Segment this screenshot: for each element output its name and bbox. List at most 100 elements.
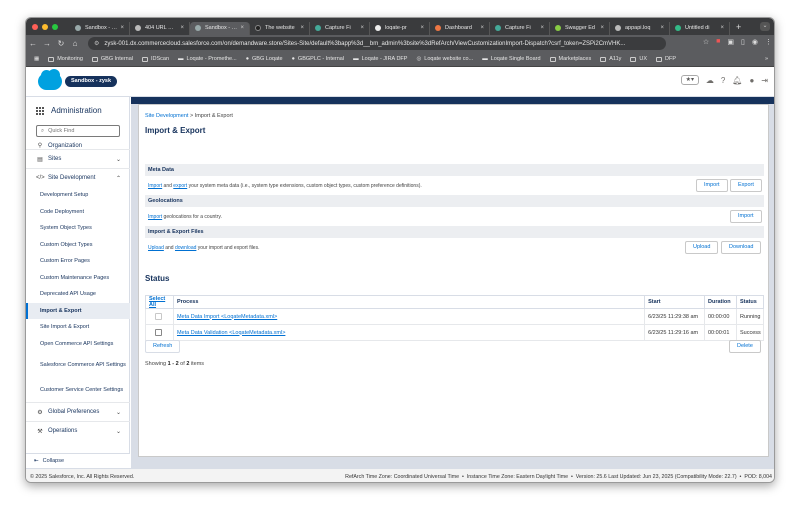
maximize-window-button[interactable]	[52, 23, 58, 30]
minimize-window-button[interactable]	[42, 23, 48, 30]
close-tab-icon[interactable]: ×	[540, 25, 544, 31]
logout-icon[interactable]: ⇥	[761, 76, 768, 85]
address-bar[interactable]: ⚙ zysk-001.dx.commercecloud.salesforce.c…	[88, 37, 666, 50]
meta-import-link[interactable]: Import	[148, 183, 162, 189]
sidebar-item-import-export[interactable]: Import & Export	[26, 302, 130, 319]
tab-search-chevron-icon[interactable]: ⌄	[760, 22, 770, 31]
bookmark-link[interactable]: ▬ Loqate - JIRA DFP	[353, 56, 407, 62]
geo-import-button[interactable]: Import	[730, 210, 762, 223]
files-upload-link[interactable]: Upload	[148, 245, 164, 251]
forward-arrow-icon[interactable]: →	[40, 39, 54, 48]
help-trailhead-icon[interactable]: ☁	[706, 76, 714, 85]
sidebar-section-global-preferences[interactable]: ⚙ Global Preferences ⌄	[26, 402, 130, 421]
browser-tab[interactable]: appapi.loq ×	[610, 21, 670, 35]
browser-tab[interactable]: 404 URL Not Found×	[130, 21, 190, 35]
bookmark-folder[interactable]: GBG Internal	[91, 56, 133, 62]
sidebar-item-development-setup[interactable]: Development Setup	[26, 187, 130, 204]
bookmark-link[interactable]: ● GBGPLC - Internal	[292, 56, 345, 62]
browser-tab-active[interactable]: Sandbox - zysk×	[190, 21, 250, 35]
bookmark-folder[interactable]: Monitoring	[48, 56, 83, 62]
refresh-button[interactable]: Refresh	[145, 340, 181, 353]
extensions-puzzle-icon[interactable]: ▣	[727, 38, 734, 46]
sidebar-item-ocapi-settings[interactable]: Open Commerce API Settings	[26, 336, 130, 353]
bookmark-link[interactable]: ▬ Loqate Single Board	[482, 56, 540, 62]
sidebar-item-custom-object-types[interactable]: Custom Object Types	[26, 237, 130, 254]
help-question-icon[interactable]: ?	[721, 76, 725, 85]
quick-find-box[interactable]: ⌕	[36, 125, 120, 137]
app-launcher-grid-icon[interactable]	[36, 106, 44, 115]
user-avatar-icon[interactable]: ●	[749, 76, 754, 85]
extension-icon[interactable]: ■	[716, 38, 720, 46]
browser-tab[interactable]: Swagger Ed ×	[550, 21, 610, 35]
row-checkbox[interactable]	[155, 313, 162, 320]
apps-grid-icon[interactable]: ▦	[34, 56, 39, 62]
process-link[interactable]: Meta Data Validation <LoqateMetadata.xml…	[177, 330, 285, 336]
notifications-bell-icon[interactable]: 🔔︎	[732, 76, 742, 85]
more-bookmarks-icon[interactable]: »	[765, 56, 768, 62]
favorites-star-icon[interactable]: ★▾	[680, 75, 699, 85]
close-tab-icon[interactable]: ×	[240, 25, 244, 31]
sidebar-section-operations[interactable]: ⚒ Operations ⌄	[26, 421, 130, 440]
browser-tab[interactable]: Capture Fi ×	[310, 21, 370, 35]
close-tab-icon[interactable]: ×	[600, 25, 604, 31]
delete-button[interactable]: Delete	[729, 340, 761, 353]
sidebar-section-organization[interactable]: ⚲ Organization	[26, 141, 130, 149]
bookmark-link[interactable]: ▬ Loqate - Promethe...	[178, 56, 237, 62]
sidebar-section-sites[interactable]: ▤ Sites ⌄	[26, 149, 130, 168]
close-tab-icon[interactable]: ×	[660, 25, 664, 31]
browser-tab[interactable]: Untitled di ×	[670, 21, 730, 35]
reload-icon[interactable]: ↻	[54, 39, 68, 48]
quick-find-input[interactable]	[48, 128, 109, 134]
close-tab-icon[interactable]: ×	[480, 25, 484, 31]
close-tab-icon[interactable]: ×	[300, 25, 304, 31]
meta-import-button[interactable]: Import	[696, 179, 728, 192]
bookmark-star-icon[interactable]: ☆	[703, 38, 709, 46]
download-button[interactable]: Download	[721, 241, 762, 254]
sidebar-item-scapi-settings[interactable]: Salesforce Commerce API Settings	[26, 352, 130, 377]
sidebar-item-custom-error-pages[interactable]: Custom Error Pages	[26, 253, 130, 270]
browser-tab[interactable]: The website ×	[250, 21, 310, 35]
browser-tab[interactable]: Dashboard ×	[430, 21, 490, 35]
sidebar-item-system-object-types[interactable]: System Object Types	[26, 220, 130, 237]
breadcrumb-site-development-link[interactable]: Site Development	[145, 113, 188, 119]
bookmark-link[interactable]: ● GBG Loqate	[246, 56, 283, 62]
sidebar-section-site-development[interactable]: </> Site Development ⌃	[26, 168, 130, 187]
back-arrow-icon[interactable]: ←	[26, 39, 40, 48]
select-all-link[interactable]: Select All	[145, 295, 174, 309]
process-link[interactable]: Meta Data Import <LoqateMetadata.xml>	[177, 314, 277, 320]
bookmark-link[interactable]: ◎ Loqate website co...	[416, 56, 473, 62]
new-tab-button[interactable]: +	[736, 22, 741, 32]
sidebar-item-code-deployment[interactable]: Code Deployment	[26, 204, 130, 221]
bookmark-folder[interactable]: DFP	[656, 56, 676, 62]
sidebar-collapse-button[interactable]: ⇤ Collapse	[26, 453, 130, 468]
sidepanel-icon[interactable]: ▯	[741, 38, 745, 46]
browser-tab[interactable]: Capture Fi ×	[490, 21, 550, 35]
sidebar-item-csc-settings[interactable]: Customer Service Center Settings	[26, 377, 130, 402]
sidebar-item-custom-maintenance-pages[interactable]: Custom Maintenance Pages	[26, 270, 130, 287]
meta-export-link[interactable]: export	[173, 183, 187, 189]
meta-export-button[interactable]: Export	[730, 179, 762, 192]
close-tab-icon[interactable]: ×	[360, 25, 364, 31]
sidebar-item-site-import-export[interactable]: Site Import & Export	[26, 319, 130, 336]
browser-tab[interactable]: loqate-pr ×	[370, 21, 430, 35]
geo-import-link[interactable]: Import	[148, 214, 162, 220]
more-menu-icon[interactable]: ⋮	[765, 38, 772, 46]
upload-button[interactable]: Upload	[685, 241, 719, 254]
sidebar-item-deprecated-api-usage[interactable]: Deprecated API Usage	[26, 286, 130, 303]
salesforce-logo-icon[interactable]	[38, 69, 62, 90]
profile-icon[interactable]: ◉	[752, 38, 758, 46]
close-tab-icon[interactable]: ×	[420, 25, 424, 31]
home-icon[interactable]: ⌂	[68, 39, 82, 48]
files-download-link[interactable]: download	[175, 245, 196, 251]
bookmark-folder[interactable]: UX	[630, 56, 647, 62]
browser-tab[interactable]: Sandbox - zysk×	[70, 21, 130, 35]
site-info-icon[interactable]: ⚙	[94, 40, 99, 47]
bookmark-folder[interactable]: Marketplaces	[549, 56, 591, 62]
close-window-button[interactable]	[32, 23, 38, 30]
close-tab-icon[interactable]: ×	[180, 25, 184, 31]
row-checkbox[interactable]	[155, 329, 162, 336]
close-tab-icon[interactable]: ×	[720, 25, 724, 31]
close-tab-icon[interactable]: ×	[120, 25, 124, 31]
bookmark-folder[interactable]: A11y	[600, 56, 621, 62]
bookmark-folder[interactable]: IDScan	[142, 56, 169, 62]
